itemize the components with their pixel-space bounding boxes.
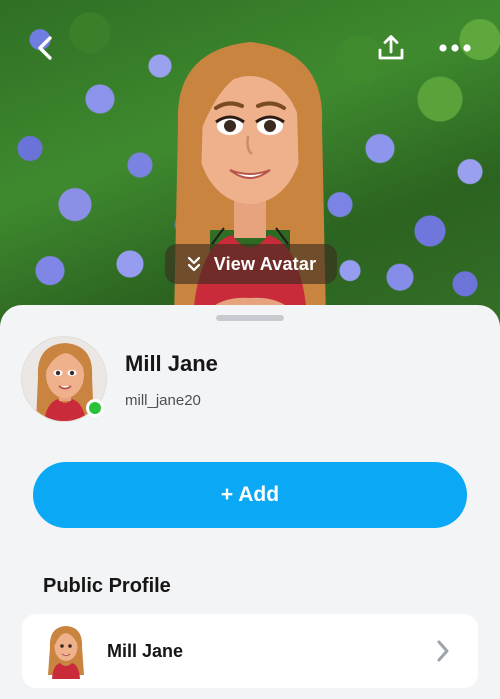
view-avatar-label: View Avatar	[213, 253, 317, 274]
chevron-right-icon	[437, 640, 449, 662]
hero-background: View Avatar	[0, 0, 500, 330]
back-icon	[38, 36, 52, 60]
sheet-grabber[interactable]	[216, 315, 284, 321]
public-profile-avatar	[48, 626, 84, 679]
username: mill_jane20	[125, 392, 201, 409]
more-icon	[439, 44, 471, 52]
share-button[interactable]	[374, 30, 408, 66]
view-avatar-button[interactable]: View Avatar	[165, 244, 337, 284]
display-name: Mill Jane	[125, 351, 218, 376]
hero-bitmoji	[174, 42, 326, 330]
profile-sheet: Mill Jane mill_jane20 + Add Public Profi…	[0, 305, 500, 699]
double-chevron-down-icon	[187, 256, 200, 272]
add-friend-button[interactable]: + Add	[33, 462, 467, 528]
section-title-public-profile: Public Profile	[43, 575, 171, 597]
share-icon	[378, 35, 404, 60]
public-profile-name: Mill Jane	[107, 641, 184, 661]
more-options-button[interactable]	[436, 30, 474, 66]
public-profile-card[interactable]: Mill Jane	[22, 614, 478, 688]
online-status-indicator	[86, 399, 104, 417]
back-button[interactable]	[30, 30, 60, 66]
